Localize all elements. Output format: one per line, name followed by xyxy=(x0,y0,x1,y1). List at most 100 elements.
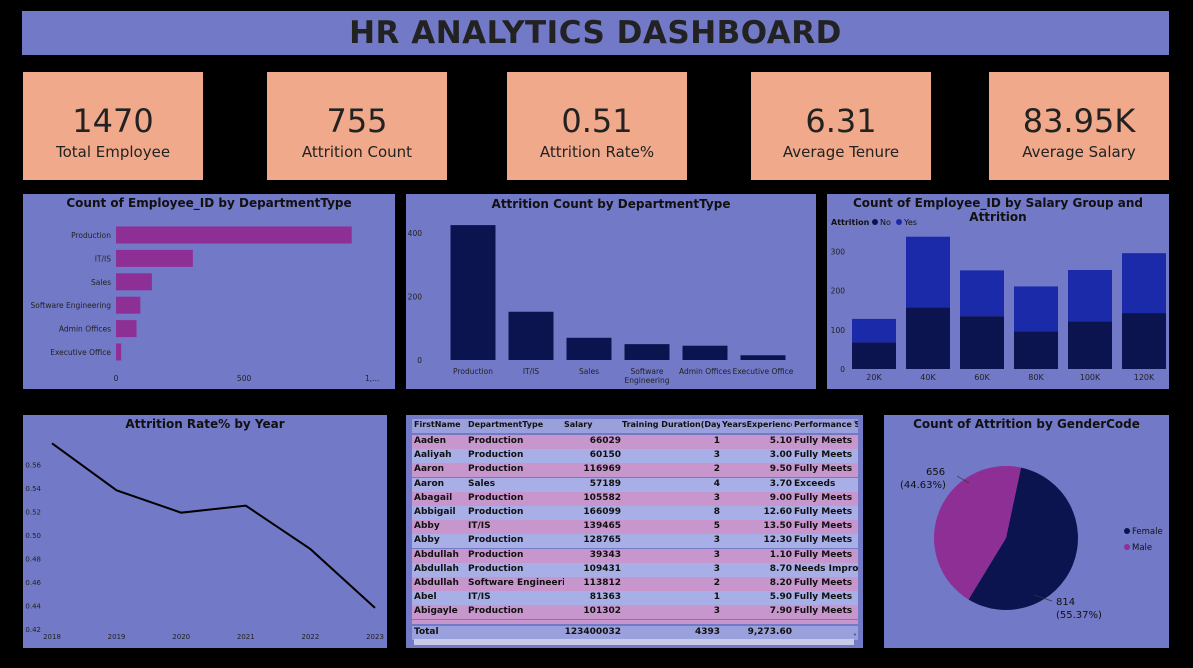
kpi-label: Attrition Rate% xyxy=(539,143,655,161)
y-tick-label: 0.56 xyxy=(25,462,41,470)
table-cell: 3 xyxy=(713,606,720,617)
table-cell: Training Duration(Days) xyxy=(622,420,720,429)
table-cell: 9,273.60 xyxy=(747,627,792,637)
table-row[interactable]: Aaron Sales 57189 4 3.70 Exceeds xyxy=(412,477,858,492)
table-cell: Production xyxy=(468,535,524,546)
table-horizontal-scrollbar[interactable] xyxy=(414,639,854,645)
table-cell: 123400032 xyxy=(564,627,621,637)
table-cell: Production xyxy=(468,436,524,446)
table-vertical-scrollbar[interactable]: ˄ ˅ xyxy=(853,420,860,642)
kpi-average-salary[interactable]: 83.95K Average Salary xyxy=(989,72,1169,180)
x-tick-label: 2022 xyxy=(301,633,319,641)
table-cell: Abby xyxy=(414,535,440,546)
table-row[interactable]: Abby IT/IS 139465 5 13.50 Fully Meets xyxy=(412,520,858,535)
table-cell: Total xyxy=(414,627,439,637)
y-tick-label: 0.50 xyxy=(25,532,41,540)
table-row[interactable]: Aaron Production 116969 2 9.50 Fully Meets xyxy=(412,463,858,478)
bar xyxy=(566,337,612,360)
table-cell: 8 xyxy=(713,507,720,517)
table-cell: 8.70 xyxy=(769,563,792,574)
table-cell: Fully Meets xyxy=(794,492,853,503)
category-label: Executive Office xyxy=(50,348,111,357)
table-row[interactable]: Abbigail Production 166099 8 12.60 Fully Meet… xyxy=(412,506,858,520)
y-tick-label: 0.48 xyxy=(25,556,41,564)
table-row[interactable]: Abdullah Production 39343 3 1.10 Fully Meets xyxy=(412,548,858,563)
table-cell: Exceeds xyxy=(794,478,836,489)
table-cell: Abdullah xyxy=(414,549,459,560)
table-cell: 1 xyxy=(713,436,720,446)
table-cell: 3.00 xyxy=(769,450,792,461)
table-cell: FirstName xyxy=(414,420,461,429)
category-label: Sales xyxy=(579,367,599,376)
y-tick-label: 0 xyxy=(417,356,422,365)
legend-label: Male xyxy=(1132,543,1152,553)
table-row[interactable]: Abigayle Production 101302 3 7.90 Fully Meets xyxy=(412,605,858,620)
bar xyxy=(450,225,496,360)
category-label: Admin Offices xyxy=(59,325,111,334)
table-row[interactable]: Abdullah Production 109431 3 8.70 Needs Impro… xyxy=(412,562,858,577)
scroll-up-icon[interactable]: ˄ xyxy=(853,420,857,429)
legend-marker xyxy=(896,219,902,225)
table-cell: 166099 xyxy=(583,507,621,517)
table-cell: Production xyxy=(468,549,524,560)
table-cell: IT/IS xyxy=(468,521,491,532)
table-cell: 60150 xyxy=(589,450,621,461)
table-cell: Production xyxy=(468,464,524,475)
table-cell: Fully Meets xyxy=(794,606,853,617)
kpi-value: 6.31 xyxy=(805,102,877,140)
table-row[interactable]: Abdullah Software Engineering 113812 2 8.20F… xyxy=(412,577,858,591)
bar-no xyxy=(1068,321,1112,369)
table-cell: 81363 xyxy=(589,592,621,603)
table-cell: Abigayle xyxy=(414,606,458,617)
category-label: Engineering xyxy=(625,376,670,385)
table-row[interactable]: Abagail Production 105582 3 9.00 Fully Meets xyxy=(412,491,858,506)
table-cell: Fully Meets xyxy=(794,535,853,546)
x-tick-label: 2018 xyxy=(43,633,61,641)
table-row[interactable]: Abby Production 128765 3 12.30 Fully Meets xyxy=(412,534,858,549)
table-cell: 3 xyxy=(713,549,720,560)
table-row[interactable]: Abel IT/IS 81363 1 5.90 Fully Meets xyxy=(412,591,858,606)
table-cell: 9.50 xyxy=(769,464,792,475)
table-cell: 3 xyxy=(713,563,720,574)
table-cell: Software Engineering xyxy=(468,578,564,588)
category-label: 40K xyxy=(920,373,936,382)
kpi-attrition-count[interactable]: 755 Attrition Count xyxy=(267,72,447,180)
table-row[interactable]: Aaden Production 66029 1 5.10 Fully Meets xyxy=(412,435,858,449)
table-cell: 3 xyxy=(713,450,720,461)
kpi-value: 1470 xyxy=(72,102,154,140)
kpi-label: Average Salary xyxy=(1022,143,1136,161)
bar xyxy=(624,344,670,360)
category-label: Executive Office xyxy=(733,367,794,376)
kpi-attrition-rate[interactable]: 0.51 Attrition Rate% xyxy=(507,72,687,180)
table-total-row[interactable]: Total 123400032 4393 9,273.60 xyxy=(412,626,858,640)
table-cell: 4 xyxy=(713,478,720,489)
kpi-average-tenure[interactable]: 6.31 Average Tenure xyxy=(751,72,931,180)
table-cell: DepartmentType xyxy=(468,420,544,429)
bar xyxy=(508,311,554,360)
table-cell: Aaron xyxy=(414,464,445,475)
employee-table-panel[interactable]: FirstName DepartmentType Salary Training Du… xyxy=(406,415,863,648)
table-cell: Abagail xyxy=(414,492,453,503)
y-tick-label: 400 xyxy=(408,229,423,238)
table-cell: 8.20 xyxy=(769,578,792,588)
table-row[interactable]: Aaliyah Production 60150 3 3.00 Fully Meets xyxy=(412,449,858,464)
legend-label: No xyxy=(880,218,891,227)
table-cell: 5.90 xyxy=(769,592,792,603)
attrition-rate-by-year-chart[interactable]: Attrition Rate% by Year 0.42 0.44 0.46 0.48… xyxy=(23,415,387,648)
salary-group-attrition-chart[interactable]: Count of Employee_ID by Salary Group and… xyxy=(827,194,1169,389)
bar xyxy=(116,249,193,267)
table-cell: 113812 xyxy=(583,578,621,588)
attrition-by-department-chart[interactable]: Attrition Count by DepartmentType 0 200 40… xyxy=(406,194,816,389)
table-header[interactable]: FirstName DepartmentType Salary Training Du… xyxy=(412,419,858,433)
table-cell: 1.10 xyxy=(769,549,792,560)
bar xyxy=(116,273,152,291)
attrition-by-gender-chart[interactable]: Count of Attrition by GenderCode 814 (55.… xyxy=(884,415,1169,648)
kpi-total-employee[interactable]: 1470 Total Employee xyxy=(23,72,203,180)
employee-by-department-chart[interactable]: Count of Employee_ID by DepartmentType P… xyxy=(23,194,395,389)
y-tick-label: 0.52 xyxy=(25,509,41,517)
bar-yes xyxy=(1122,253,1166,314)
table-cell: Fully Meets xyxy=(794,578,853,588)
y-tick-label: 100 xyxy=(831,326,846,335)
kpi-label: Average Tenure xyxy=(782,143,900,161)
slice-percent-label: (44.63%) xyxy=(900,480,946,491)
